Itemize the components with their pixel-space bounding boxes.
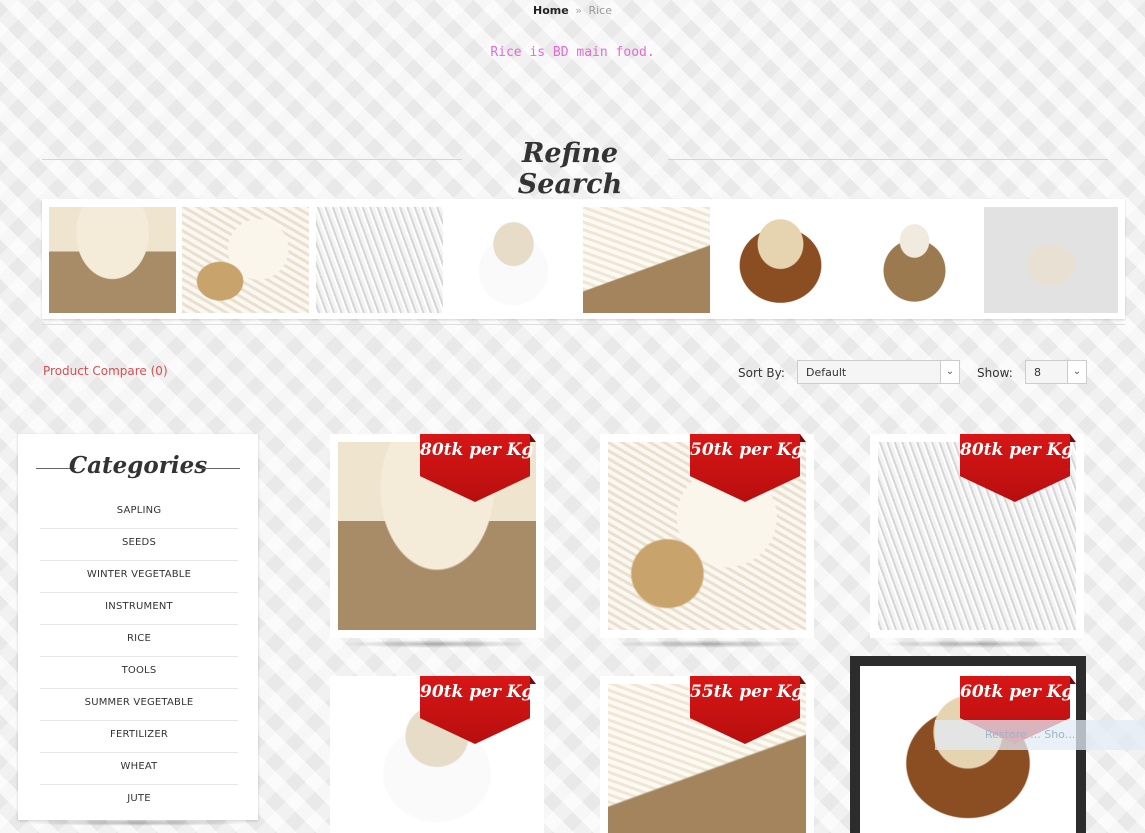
restore-overlay[interactable]: Restore ... Sho...	[935, 720, 1145, 750]
price-label: 55tk per Kg	[690, 682, 804, 702]
price-ribbon: 90tk per Kg	[420, 676, 536, 744]
product-card[interactable]: 50tk per Kg	[600, 434, 814, 648]
category-item-summer-vegetable[interactable]: SUMMER VEGETABLE	[40, 689, 238, 721]
refine-thumb-rice-small-sack[interactable]	[851, 207, 978, 313]
show-label: Show:	[977, 366, 1013, 380]
chevron-down-icon: ⌄	[1067, 361, 1086, 383]
breadcrumb-current: Rice	[588, 4, 612, 17]
category-item-jute[interactable]: JUTE	[40, 785, 238, 816]
product-card[interactable]: 90tk per Kg	[330, 676, 544, 833]
category-item-winter-vegetable[interactable]: WINTER VEGETABLE	[40, 561, 238, 593]
categories-title-line-right	[200, 468, 240, 469]
card-shadow	[610, 640, 804, 648]
refine-divider-right	[668, 159, 1108, 160]
price-label: 80tk per Kg	[960, 440, 1074, 460]
card-shadow	[340, 640, 534, 648]
refine-search-strip	[42, 199, 1125, 319]
refine-thumb-rice-sack[interactable]	[49, 207, 176, 313]
categories-shadow	[24, 820, 252, 826]
breadcrumb-home-link[interactable]: Home	[533, 4, 569, 17]
refine-thumb-rice-basket[interactable]	[717, 207, 844, 313]
category-item-wheat[interactable]: WHEAT	[40, 753, 238, 785]
price-ribbon: 80tk per Kg	[420, 434, 536, 502]
product-card[interactable]: 80tk per Kg	[330, 434, 544, 648]
refine-search-title: Refine Search	[517, 138, 623, 200]
refine-thumb-rice-pile[interactable]	[984, 207, 1118, 313]
price-label: 60tk per Kg	[960, 682, 1074, 702]
refine-strip-divider	[42, 324, 1125, 325]
chevron-down-icon: ⌄	[940, 361, 959, 383]
category-item-tools[interactable]: TOOLS	[40, 657, 238, 689]
category-item-rice[interactable]: RICE	[40, 625, 238, 657]
card-shadow	[880, 640, 1074, 648]
refine-thumb-rice-scoop[interactable]	[182, 207, 309, 313]
product-card[interactable]: 80tk per Kg	[870, 434, 1084, 648]
refine-thumb-rice-grains[interactable]	[316, 207, 443, 313]
price-ribbon: 50tk per Kg	[690, 434, 806, 502]
show-limit-value: 8	[1034, 366, 1041, 379]
refine-divider-left	[42, 159, 462, 160]
categories-list: SAPLING SEEDS WINTER VEGETABLE INSTRUMEN…	[40, 497, 238, 816]
sort-by-value: Default	[806, 366, 847, 379]
category-description: Rice is BD main food.	[490, 45, 655, 60]
category-item-fertilizer[interactable]: FERTILIZER	[40, 721, 238, 753]
breadcrumb-separator: »	[575, 4, 582, 17]
sort-by-select[interactable]: Default ⌄	[797, 360, 960, 384]
category-item-instrument[interactable]: INSTRUMENT	[40, 593, 238, 625]
category-item-seeds[interactable]: SEEDS	[40, 529, 238, 561]
product-compare-link[interactable]: Product Compare (0)	[43, 364, 168, 378]
price-ribbon: 80tk per Kg	[960, 434, 1076, 502]
category-item-sapling[interactable]: SAPLING	[40, 497, 238, 529]
breadcrumb: Home » Rice	[0, 4, 1145, 17]
price-ribbon: 55tk per Kg	[690, 676, 806, 744]
price-label: 80tk per Kg	[420, 440, 534, 460]
categories-sidebar: Categories SAPLING SEEDS WINTER VEGETABL…	[18, 434, 258, 820]
refine-thumb-rice-bag[interactable]	[450, 207, 577, 313]
sort-by-label: Sort By:	[738, 366, 785, 380]
product-card[interactable]: 55tk per Kg	[600, 676, 814, 833]
categories-title: Categories	[68, 452, 208, 479]
show-limit-select[interactable]: 8 ⌄	[1025, 360, 1087, 384]
refine-thumb-rice-burlap[interactable]	[583, 207, 710, 313]
price-label: 50tk per Kg	[690, 440, 804, 460]
price-label: 90tk per Kg	[420, 682, 534, 702]
